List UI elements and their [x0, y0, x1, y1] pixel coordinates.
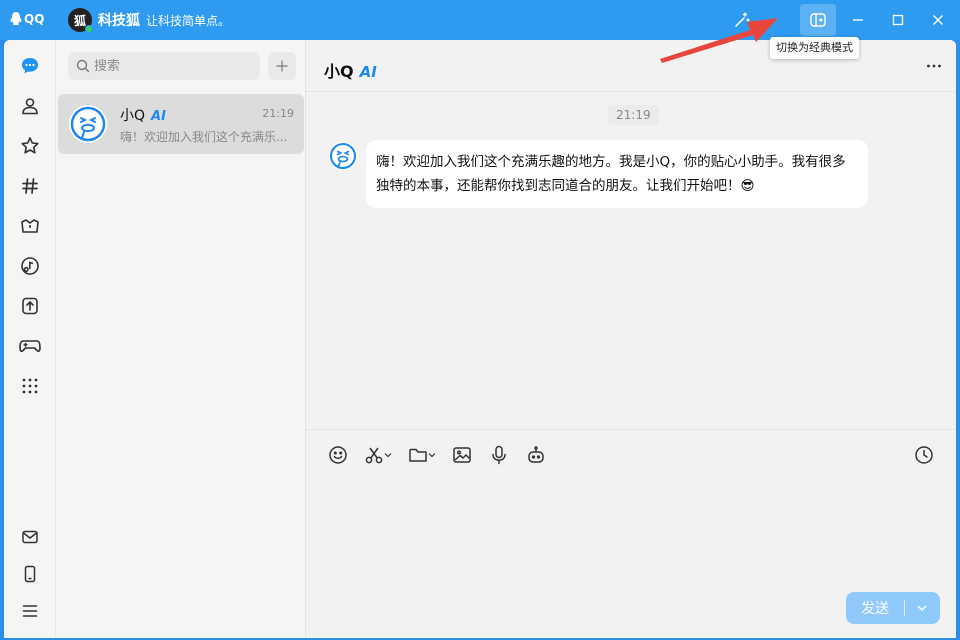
conversation-name: 小Q AI: [120, 105, 166, 125]
emoji-button[interactable]: [328, 442, 348, 468]
mail-icon: [22, 530, 38, 544]
nav-contacts[interactable]: [17, 93, 43, 119]
microphone-icon: [492, 445, 506, 465]
qq-logo: QQ: [10, 11, 44, 27]
nickname: 科技狐: [98, 13, 140, 29]
avatar[interactable]: 狐: [68, 8, 93, 33]
history-button[interactable]: [914, 442, 934, 468]
phone-icon: [24, 565, 36, 583]
history-icon: [915, 446, 933, 464]
nav-music[interactable]: [17, 253, 43, 279]
minimize-icon: [853, 19, 863, 21]
plus-icon: [276, 60, 288, 72]
robot-icon: [528, 446, 544, 463]
folder-icon: [409, 448, 427, 462]
send-label: 发送: [861, 601, 889, 617]
search-input[interactable]: [94, 58, 244, 74]
favorites-icon: [21, 137, 39, 154]
nav-mail[interactable]: [17, 524, 43, 550]
qzone-icon: [21, 219, 39, 233]
emoji-icon: [329, 446, 347, 464]
image-button[interactable]: [452, 442, 472, 468]
nav-game[interactable]: [17, 333, 43, 359]
message-bubble[interactable]: 嗨！欢迎加入我们这个充满乐趣的地方。我是小Q，你的贴心小助手。我有很多独特的本事…: [366, 140, 868, 208]
more-button[interactable]: [926, 58, 942, 78]
chat-ai-tag: AI: [359, 63, 377, 81]
title-bar: QQ 狐 科技狐 让科技简单点。: [0, 0, 960, 40]
voice-button[interactable]: [490, 442, 508, 468]
image-icon: [453, 447, 471, 463]
apps-grid-icon: [22, 378, 38, 394]
annotation-arrow: [660, 18, 778, 63]
screenshot-button[interactable]: [364, 442, 392, 468]
nav-upload[interactable]: [17, 293, 43, 319]
file-button[interactable]: [408, 442, 436, 468]
logo-text: QQ: [24, 12, 45, 26]
nav-qzone[interactable]: [17, 213, 43, 239]
chat-title: 小Q AI: [324, 58, 377, 82]
conversation-list: 小Q AI 21:19 嗨！欢迎加入我们这个充满乐...: [56, 40, 306, 638]
music-icon: [21, 257, 39, 275]
contacts-icon: [22, 98, 38, 115]
ai-tag: AI: [151, 109, 166, 124]
signature[interactable]: 让科技简单点。: [146, 12, 230, 29]
main-window: 小Q AI 21:19 嗨！欢迎加入我们这个充满乐... 小Q AI 21:19: [4, 40, 956, 638]
message-avatar-icon[interactable]: [328, 141, 358, 171]
avatar-text: 狐: [73, 13, 86, 28]
game-icon: [19, 340, 41, 352]
maximize-icon: [892, 14, 904, 26]
online-status-dot: [85, 25, 93, 33]
chat-panel: 小Q AI 21:19 嗨！欢迎加入我们这个充满乐趣的地方。我是小Q，你的贴心小助…: [306, 40, 956, 638]
profile[interactable]: 狐 科技狐 让科技简单点。: [68, 8, 230, 33]
chevron-down-icon: [384, 453, 392, 458]
nav-sidebar: [4, 40, 56, 638]
xiaoq-avatar-icon: [69, 105, 107, 143]
tooltip: 切换为经典模式: [770, 37, 859, 59]
switch-mode-icon: [810, 13, 826, 27]
nav-chat[interactable]: [17, 53, 43, 79]
robot-button[interactable]: [526, 442, 546, 468]
upload-icon: [22, 297, 38, 315]
menu-icon: [22, 605, 38, 617]
nav-main-menu[interactable]: [17, 598, 43, 624]
input-toolbar: [306, 429, 956, 479]
minimize-button[interactable]: [838, 0, 878, 40]
search-icon: [76, 59, 90, 73]
search-box[interactable]: [68, 52, 260, 80]
switch-classic-mode-button[interactable]: [800, 4, 836, 36]
close-button[interactable]: [918, 0, 958, 40]
chat-title-text: 小Q: [324, 62, 354, 81]
chat-icon: [22, 58, 38, 74]
send-options-button[interactable]: [905, 602, 939, 614]
channels-icon: [22, 178, 38, 194]
message-timestamp: 21:19: [608, 105, 659, 125]
nav-phone[interactable]: [17, 561, 43, 587]
conversation-preview: 嗨！欢迎加入我们这个充满乐...: [120, 130, 288, 144]
close-icon: [933, 15, 943, 25]
send-button[interactable]: 发送: [846, 592, 940, 624]
conversation-name-text: 小Q: [120, 108, 146, 124]
scissors-icon: [365, 447, 383, 464]
conversation-item[interactable]: 小Q AI 21:19 嗨！欢迎加入我们这个充满乐...: [58, 94, 304, 154]
add-button[interactable]: [268, 52, 296, 80]
nav-apps[interactable]: [17, 373, 43, 399]
chevron-down-icon: [428, 453, 436, 458]
chevron-down-icon: [917, 605, 927, 612]
conversation-time: 21:19: [262, 107, 294, 120]
penguin-icon: [10, 12, 22, 25]
maximize-button[interactable]: [878, 0, 918, 40]
nav-favorites[interactable]: [17, 133, 43, 159]
more-icon: [927, 64, 941, 68]
nav-channels[interactable]: [17, 173, 43, 199]
